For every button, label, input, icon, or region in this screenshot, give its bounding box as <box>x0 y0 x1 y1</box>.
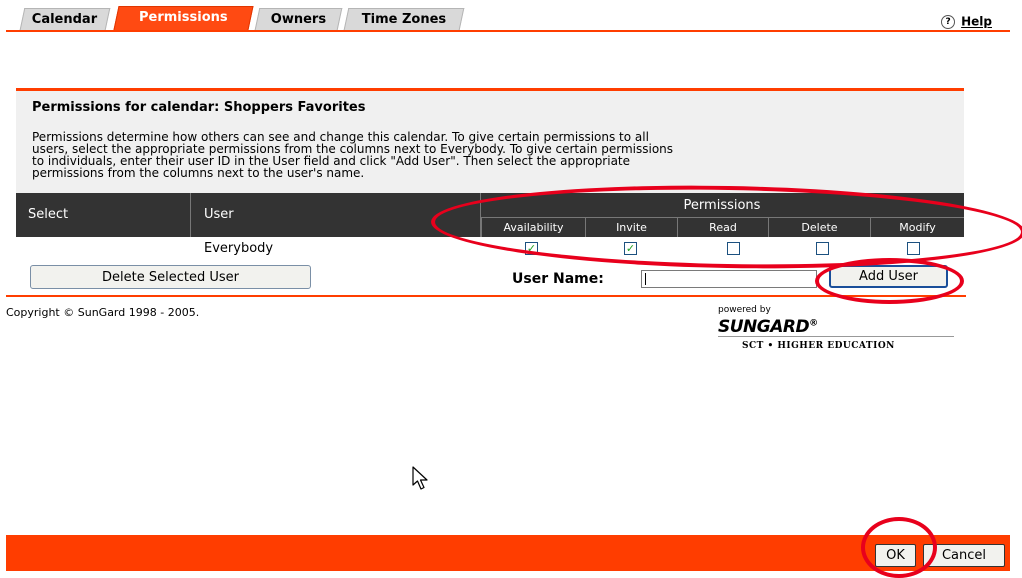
tab-calendar[interactable]: Calendar <box>19 8 111 30</box>
footer-divider <box>6 295 966 297</box>
tab-underline <box>6 30 1010 32</box>
sct-tagline: SCT • HIGHER EDUCATION <box>742 341 895 351</box>
tab-permissions[interactable]: Permissions <box>113 6 254 30</box>
sungard-logo: SUNGARD® <box>718 317 818 337</box>
bottom-bar <box>6 535 1010 571</box>
user-name-label: User Name: <box>512 271 604 287</box>
column-select: Select <box>28 207 69 222</box>
logo-divider <box>718 336 954 337</box>
annotation-ellipse-add-user <box>815 258 964 304</box>
column-divider <box>190 193 191 237</box>
help-link[interactable]: ? Help <box>941 14 992 29</box>
tab-owners[interactable]: Owners <box>254 8 343 30</box>
panel-description: Permissions determine how others can see… <box>32 130 674 180</box>
mouse-cursor-icon <box>412 466 428 490</box>
page-title: Permissions for calendar: Shoppers Favor… <box>32 100 366 115</box>
powered-by-text: powered by <box>718 305 771 315</box>
tab-bar: Calendar Permissions Owners Time Zones <box>0 0 1010 34</box>
table-row-user: Everybody <box>204 241 274 256</box>
text-caret <box>645 273 646 285</box>
tab-time-zones[interactable]: Time Zones <box>343 8 465 30</box>
delete-selected-user-button[interactable]: Delete Selected User <box>30 265 311 289</box>
copyright-text: Copyright © SunGard 1998 - 2005. <box>6 306 200 319</box>
column-user: User <box>204 207 234 222</box>
user-name-input[interactable] <box>641 270 817 288</box>
annotation-ellipse-ok <box>861 517 937 578</box>
question-circle-icon: ? <box>941 14 956 29</box>
